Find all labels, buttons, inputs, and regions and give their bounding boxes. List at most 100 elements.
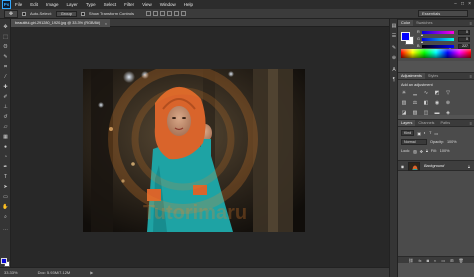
hand-tool-icon[interactable]: ✋: [2, 204, 9, 211]
align-bottom-icon[interactable]: [160, 11, 166, 16]
paragraph-panel-icon[interactable]: ¶: [391, 77, 397, 83]
more-tools-icon[interactable]: ⋯: [2, 227, 9, 234]
gradient-tool-icon[interactable]: ▦: [2, 134, 9, 141]
slider-red-value[interactable]: 0: [458, 29, 470, 35]
menu-edit[interactable]: Edit: [30, 2, 38, 7]
tab-paths[interactable]: Paths: [437, 120, 453, 126]
curves-icon[interactable]: ∿: [423, 90, 429, 96]
brush-panel-icon[interactable]: ✎: [391, 45, 397, 51]
status-menu-arrow-icon[interactable]: ▶: [90, 270, 93, 275]
menu-select[interactable]: Select: [104, 2, 117, 7]
menu-layer[interactable]: Layer: [67, 2, 78, 7]
history-panel-icon[interactable]: ▤: [391, 23, 397, 29]
new-adjustment-icon[interactable]: ◐: [434, 258, 436, 263]
lasso-tool-icon[interactable]: ʘ: [2, 44, 9, 51]
document-tab[interactable]: beautiful-girl-291280_1920.jpg @ 33.3% (…: [11, 19, 111, 27]
pen-tool-icon[interactable]: ✒: [2, 164, 9, 171]
brush-tool-icon[interactable]: ✐: [2, 94, 9, 101]
menu-file[interactable]: File: [15, 2, 22, 7]
move-tool-preset-button[interactable]: ✥: [4, 9, 18, 18]
slider-blue-value[interactable]: 227: [458, 43, 470, 49]
align-middle-icon[interactable]: [153, 11, 159, 16]
character-panel-icon[interactable]: A: [391, 67, 397, 73]
minimize-button[interactable]: −: [454, 1, 457, 7]
workspace-switcher[interactable]: Essentials: [418, 10, 468, 17]
menu-filter[interactable]: Filter: [124, 2, 134, 7]
close-tab-icon[interactable]: ×: [105, 21, 107, 26]
layer-style-icon[interactable]: fx: [418, 258, 421, 263]
hue-saturation-icon[interactable]: ▥: [401, 100, 407, 106]
new-layer-icon[interactable]: ⊞: [450, 258, 453, 263]
blend-mode-dropdown[interactable]: Normal: [401, 139, 427, 145]
fill-value[interactable]: 100%: [440, 149, 450, 153]
dodge-tool-icon[interactable]: ◔: [2, 154, 9, 161]
panel-menu-icon[interactable]: ≡: [470, 74, 472, 79]
filter-shape-icon[interactable]: ▭: [434, 131, 438, 136]
healing-brush-tool-icon[interactable]: ✚: [2, 84, 9, 91]
show-transform-checkbox[interactable]: [80, 11, 85, 16]
history-brush-tool-icon[interactable]: ↺: [2, 114, 9, 121]
link-layers-icon[interactable]: ⛓: [408, 258, 413, 263]
blur-tool-icon[interactable]: ●: [2, 144, 9, 151]
marquee-tool-icon[interactable]: ⬚: [2, 34, 9, 41]
layer-kind-filter[interactable]: Kind: [401, 130, 415, 136]
document-image[interactable]: Tutorimaru: [83, 69, 305, 232]
filter-pixel-icon[interactable]: ▣: [417, 131, 421, 136]
tab-swatches[interactable]: Swatches: [413, 20, 435, 26]
visibility-eye-icon[interactable]: ◉: [400, 164, 405, 169]
clone-source-panel-icon[interactable]: ⊕: [391, 55, 397, 61]
filter-adjust-icon[interactable]: ◐: [424, 131, 426, 135]
vibrance-icon[interactable]: ▽: [445, 90, 451, 96]
slider-green-value[interactable]: 0: [458, 36, 470, 42]
align-top-icon[interactable]: [146, 11, 152, 16]
align-right-icon[interactable]: [181, 11, 187, 16]
shape-tool-icon[interactable]: ▭: [2, 194, 9, 201]
tab-layers[interactable]: Layers: [398, 120, 416, 126]
color-spectrum[interactable]: [401, 49, 471, 58]
align-left-icon[interactable]: [167, 11, 173, 16]
slider-green-track[interactable]: [421, 37, 454, 43]
panel-menu-icon[interactable]: ≡: [470, 21, 472, 26]
layer-row-background[interactable]: ◉ Background 🔒︎: [398, 160, 474, 171]
opacity-value[interactable]: 100%: [447, 140, 457, 144]
foreground-color-swatch[interactable]: [1, 258, 7, 264]
crop-tool-icon[interactable]: ⌗: [2, 64, 9, 71]
menu-help[interactable]: Help: [184, 2, 193, 7]
zoom-tool-icon[interactable]: ⌕: [2, 214, 9, 221]
tab-adjustments[interactable]: Adjustments: [398, 73, 425, 79]
path-select-tool-icon[interactable]: ➤: [2, 184, 9, 191]
menu-image[interactable]: Image: [46, 2, 59, 7]
maximize-button[interactable]: □: [461, 1, 464, 7]
menu-view[interactable]: View: [142, 2, 152, 7]
slider-blue-track[interactable]: [422, 44, 454, 50]
lock-all-icon[interactable]: 🔒︎: [426, 149, 428, 153]
brightness-contrast-icon[interactable]: ☀: [401, 90, 407, 96]
align-center-icon[interactable]: [174, 11, 180, 16]
quick-select-tool-icon[interactable]: ✎: [2, 54, 9, 61]
posterize-icon[interactable]: ▨: [412, 110, 418, 116]
delete-layer-icon[interactable]: 🗑︎: [459, 258, 464, 263]
selective-color-icon[interactable]: ◈: [445, 110, 451, 116]
auto-select-checkbox[interactable]: [22, 11, 26, 16]
slider-red-track[interactable]: [421, 30, 454, 36]
menu-type[interactable]: Type: [86, 2, 96, 7]
new-group-icon[interactable]: ▭: [441, 258, 445, 263]
exposure-icon[interactable]: ◩: [434, 90, 440, 96]
lock-position-icon[interactable]: ✥: [420, 149, 423, 154]
eraser-tool-icon[interactable]: ▱: [2, 124, 9, 131]
move-tool-icon[interactable]: ✥: [2, 24, 9, 31]
panel-menu-icon[interactable]: ≡: [470, 121, 472, 126]
threshold-icon[interactable]: ◫: [423, 110, 429, 116]
menu-window[interactable]: Window: [160, 2, 176, 7]
auto-select-dropdown[interactable]: Group: [55, 10, 77, 17]
photo-filter-icon[interactable]: ◉: [434, 100, 440, 106]
tab-styles[interactable]: Styles: [425, 73, 441, 79]
channel-mixer-icon[interactable]: ⊛: [445, 100, 451, 106]
tab-channels[interactable]: Channels: [415, 120, 437, 126]
levels-icon[interactable]: ▁: [412, 90, 418, 96]
slider-green[interactable]: G 0: [417, 36, 470, 43]
eyedropper-tool-icon[interactable]: ⁄: [2, 74, 9, 81]
layer-name[interactable]: Background: [424, 164, 444, 168]
filter-type-icon[interactable]: T: [429, 131, 431, 135]
properties-panel-icon[interactable]: ☰: [391, 33, 397, 39]
